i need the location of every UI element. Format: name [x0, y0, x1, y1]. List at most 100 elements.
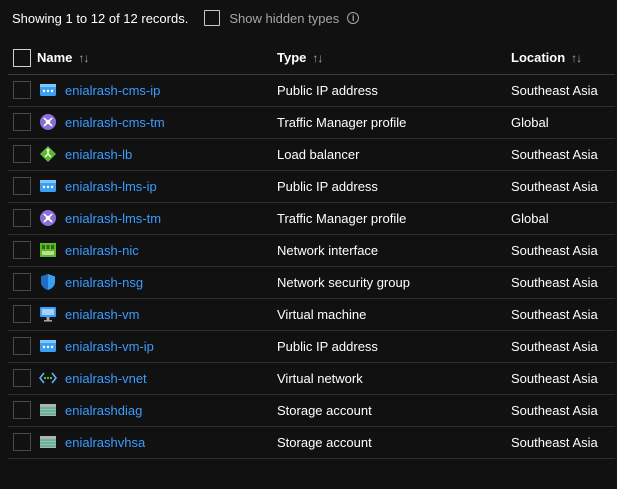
resource-location: Southeast Asia	[511, 242, 598, 258]
sort-type-icon[interactable]: ↑↓	[312, 51, 323, 65]
table-row[interactable]: enialrash-vnet Virtual network Southeast A…	[8, 362, 615, 394]
resource-location: Global	[511, 114, 549, 130]
column-type-label[interactable]: Type	[277, 50, 306, 65]
row-select-cell	[8, 138, 37, 170]
name-cell: enialrash-nsg	[37, 266, 277, 298]
table-row[interactable]: enialrash-nsg Network security group South…	[8, 266, 615, 298]
table-row[interactable]: enialrash-cms-ip Public IP address Southea…	[8, 74, 615, 106]
show-hidden-types-checkbox[interactable]	[204, 10, 221, 26]
row-select-cell	[8, 362, 37, 394]
show-hidden-types-label[interactable]: Show hidden types	[229, 11, 339, 26]
resource-type: Public IP address	[277, 338, 378, 354]
column-location-label[interactable]: Location	[511, 50, 565, 65]
resource-type: Load balancer	[277, 146, 360, 162]
table-row[interactable]: enialrash-lb Load balancer Southeast Asia	[8, 138, 615, 170]
select-all-checkbox[interactable]	[13, 48, 31, 67]
row-checkbox[interactable]	[13, 369, 31, 387]
row-checkbox[interactable]	[13, 177, 31, 195]
table-row[interactable]: enialrash-cms-tm Traffic Manager profile G…	[8, 106, 615, 138]
resource-name-link[interactable]: enialrash-lms-tm	[65, 211, 161, 226]
table-row[interactable]: enialrash-lms-ip Public IP address Southea…	[8, 170, 615, 202]
resource-location: Southeast Asia	[511, 370, 598, 386]
sort-location-icon[interactable]: ↑↓	[571, 51, 582, 65]
resource-location: Southeast Asia	[511, 338, 598, 354]
resource-type: Traffic Manager profile	[277, 210, 407, 226]
resource-type: Network interface	[277, 242, 379, 258]
column-header-location[interactable]: Location ↑↓	[511, 42, 615, 74]
table-row[interactable]: enialrash-nic Network interface Southeast …	[8, 234, 615, 266]
virtual-network-icon	[38, 369, 58, 387]
row-checkbox[interactable]	[13, 273, 31, 291]
sort-name-icon[interactable]: ↑↓	[78, 51, 89, 65]
row-checkbox[interactable]	[13, 433, 31, 451]
info-icon[interactable]: i	[347, 12, 360, 24]
load-balancer-icon	[39, 145, 57, 163]
traffic-manager-icon	[39, 209, 57, 227]
resource-type: Public IP address	[277, 178, 378, 194]
name-cell: enialrashdiag	[37, 394, 277, 426]
row-select-cell	[8, 170, 37, 202]
resource-location: Southeast Asia	[511, 402, 598, 418]
resource-type: Network security group	[277, 274, 410, 290]
table-row[interactable]: enialrashdiag Storage account Southeast As…	[8, 394, 615, 426]
security-group-icon	[39, 273, 57, 291]
resource-type: Traffic Manager profile	[277, 114, 407, 130]
resource-name-link[interactable]: enialrash-lb	[65, 147, 132, 162]
resource-location: Southeast Asia	[511, 178, 598, 194]
name-cell: enialrash-vm-ip	[37, 330, 277, 362]
resource-name-link[interactable]: enialrash-vnet	[65, 371, 147, 386]
resource-name-link[interactable]: enialrash-nsg	[65, 275, 143, 290]
row-checkbox[interactable]	[13, 81, 31, 99]
virtual-machine-icon	[39, 305, 57, 323]
public-ip-icon	[39, 337, 57, 355]
row-select-cell	[8, 426, 37, 458]
table-row[interactable]: enialrash-vm-ip Public IP address Southeas…	[8, 330, 615, 362]
row-select-cell	[8, 298, 37, 330]
network-interface-icon	[39, 241, 57, 259]
name-cell: enialrash-cms-ip	[37, 74, 277, 106]
resource-name-link[interactable]: enialrash-cms-ip	[65, 83, 160, 98]
table-row[interactable]: enialrash-vm Virtual machine Southeast Asi…	[8, 298, 615, 330]
row-checkbox[interactable]	[13, 209, 31, 227]
column-header-type[interactable]: Type ↑↓	[277, 42, 511, 74]
name-cell: enialrash-lms-tm	[37, 202, 277, 234]
traffic-manager-icon	[39, 113, 57, 131]
resource-name-link[interactable]: enialrash-nic	[65, 243, 139, 258]
resource-location: Southeast Asia	[511, 274, 598, 290]
storage-account-icon	[39, 401, 57, 419]
select-all-cell	[8, 42, 37, 74]
table-row[interactable]: enialrashvhsa Storage account Southeast As…	[8, 426, 615, 458]
resource-location: Southeast Asia	[511, 146, 598, 162]
public-ip-icon	[39, 81, 57, 99]
resources-table: Name ↑↓ Type ↑↓ Location ↑↓ enialrash-cms-i…	[8, 42, 615, 459]
name-cell: enialrashvhsa	[37, 426, 277, 458]
table-header-row: Name ↑↓ Type ↑↓ Location ↑↓	[8, 42, 615, 74]
resource-name-link[interactable]: enialrash-lms-ip	[65, 179, 157, 194]
resource-location: Southeast Asia	[511, 434, 598, 450]
row-checkbox[interactable]	[13, 113, 31, 131]
resource-name-link[interactable]: enialrashdiag	[65, 403, 142, 418]
name-cell: enialrash-nic	[37, 234, 277, 266]
name-cell: enialrash-lms-ip	[37, 170, 277, 202]
show-hidden-types-toggle[interactable]: Show hidden types i	[204, 10, 360, 26]
resource-name-link[interactable]: enialrash-vm-ip	[65, 339, 154, 354]
resource-name-link[interactable]: enialrash-vm	[65, 307, 139, 322]
resource-name-link[interactable]: enialrash-cms-tm	[65, 115, 165, 130]
row-select-cell	[8, 266, 37, 298]
row-select-cell	[8, 74, 37, 106]
row-checkbox[interactable]	[13, 337, 31, 355]
resource-type: Storage account	[277, 402, 372, 418]
resource-location: Global	[511, 210, 549, 226]
row-checkbox[interactable]	[13, 145, 31, 163]
row-checkbox[interactable]	[13, 401, 31, 419]
table-row[interactable]: enialrash-lms-tm Traffic Manager profile G…	[8, 202, 615, 234]
row-checkbox[interactable]	[13, 241, 31, 259]
resource-type: Storage account	[277, 434, 372, 450]
resource-name-link[interactable]: enialrashvhsa	[65, 435, 145, 450]
row-select-cell	[8, 234, 37, 266]
column-header-name[interactable]: Name ↑↓	[37, 42, 277, 74]
row-select-cell	[8, 330, 37, 362]
column-name-label[interactable]: Name	[37, 50, 72, 65]
row-checkbox[interactable]	[13, 305, 31, 323]
resource-type: Virtual machine	[277, 306, 367, 322]
